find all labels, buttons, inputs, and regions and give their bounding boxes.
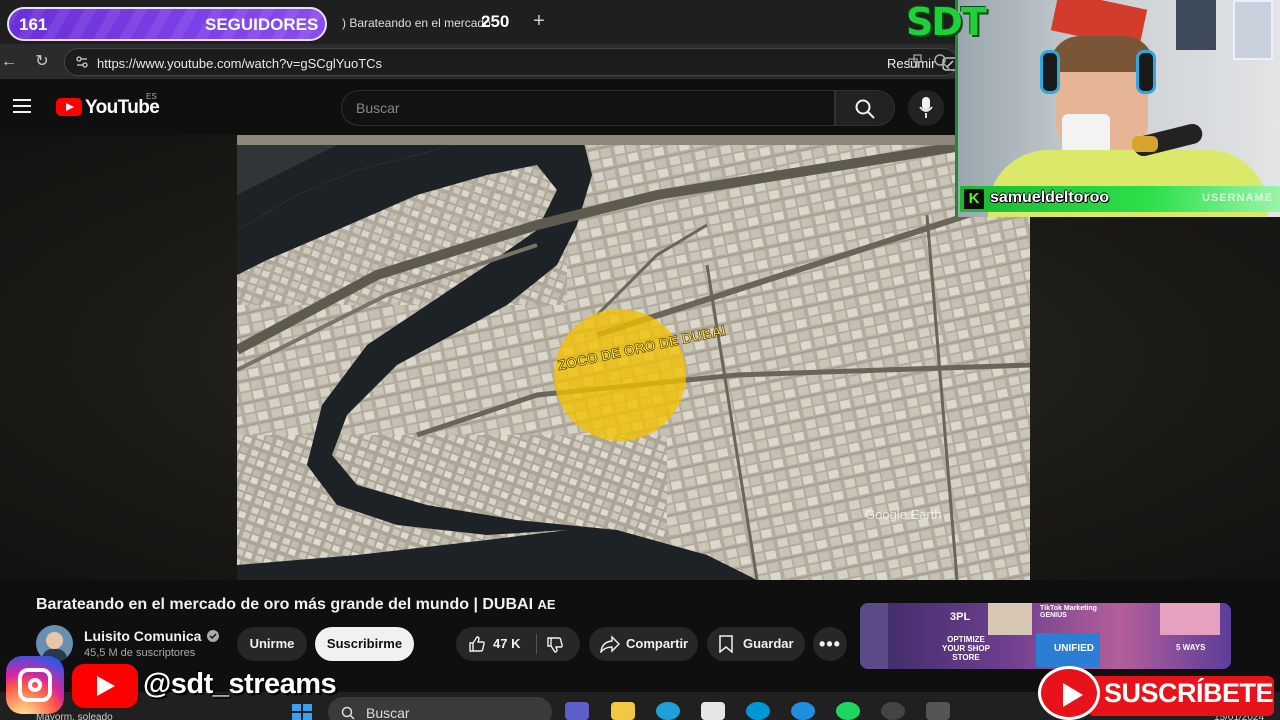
- teams-icon[interactable]: [565, 702, 589, 720]
- obs-icon[interactable]: [881, 702, 905, 720]
- related-videos-strip[interactable]: 3PL TikTok Marketing GENIUS OPTIMIZE YOU…: [860, 603, 1231, 669]
- search-button[interactable]: [835, 90, 895, 126]
- screen: ) Barateando en el mercado + ← ↻ https:/…: [0, 0, 1280, 720]
- app-icon[interactable]: [926, 702, 950, 720]
- thumb-label: UNIFIED: [1054, 643, 1094, 654]
- social-overlay: @sdt_streams: [0, 652, 337, 720]
- app-icon[interactable]: [791, 702, 815, 720]
- youtube-play-icon: [1038, 666, 1100, 720]
- voice-search-button[interactable]: [908, 90, 944, 126]
- share-icon: [600, 635, 620, 653]
- youtube-icon: [72, 664, 138, 708]
- location-marker: [554, 309, 686, 441]
- follower-goal: 250: [481, 12, 510, 31]
- thumb-label: 5 WAYS: [1176, 643, 1206, 652]
- save-label: Guardar: [743, 636, 794, 651]
- video-title-text: Barateando en el mercado de oro más gran…: [36, 596, 534, 613]
- like-dislike-group: 47 K: [456, 627, 580, 661]
- new-tab-button[interactable]: +: [528, 10, 550, 32]
- hp-icon[interactable]: [746, 702, 770, 720]
- follower-goal-bar: 161 SEGUIDORES: [7, 7, 327, 41]
- reload-icon[interactable]: ↻: [33, 53, 51, 71]
- thumb-label: TikTok Marketing GENIUS: [1040, 605, 1097, 619]
- webcam-overlay: [955, 0, 1280, 217]
- back-icon[interactable]: ←: [0, 53, 18, 71]
- search-icon: [855, 99, 875, 119]
- google-earth-watermark: Google Earth: [865, 507, 942, 522]
- share-label: Compartir: [626, 636, 689, 651]
- like-icon[interactable]: [468, 635, 486, 653]
- save-button[interactable]: Guardar: [707, 627, 805, 661]
- file-explorer-icon[interactable]: [611, 702, 635, 720]
- follower-count: 161: [19, 15, 48, 34]
- username-bar: K samueldeltoroo USERNAME: [960, 186, 1280, 212]
- tab-title: ) Barateando en el mercado: [342, 16, 491, 30]
- taskbar-search-icon: [341, 706, 355, 720]
- extensions-icon[interactable]: [908, 54, 922, 68]
- youtube-logo[interactable]: YouTube ES: [56, 92, 160, 120]
- follower-label: SEGUIDORES: [205, 15, 319, 34]
- region-code: ES: [146, 92, 157, 101]
- subscribe-overlay-text: SUSCRÍBETE: [1104, 678, 1274, 708]
- bookmark-icon: [719, 635, 733, 653]
- username-label: USERNAME: [1202, 192, 1273, 204]
- social-handle: @sdt_streams: [143, 668, 337, 700]
- share-button[interactable]: Compartir: [589, 627, 698, 661]
- menu-icon[interactable]: [13, 99, 31, 113]
- instagram-icon: [6, 656, 64, 714]
- zoom-icon[interactable]: [934, 54, 950, 70]
- channel-name-text: Luisito Comunica: [84, 628, 202, 644]
- verified-icon: [207, 630, 220, 642]
- channel-name[interactable]: Luisito Comunica: [84, 628, 220, 644]
- like-count[interactable]: 47 K: [493, 627, 520, 661]
- sdt-logo: SDT: [906, 0, 987, 44]
- microphone-icon: [919, 97, 933, 118]
- satellite-map: ZOCO DE ORO DE DUBAI Google Earth: [237, 135, 1030, 580]
- thumb-label: 3PL: [950, 611, 971, 623]
- subscribe-overlay: SUSCRÍBETE: [1038, 664, 1274, 720]
- dislike-icon[interactable]: [546, 636, 564, 654]
- more-icon: •••: [819, 634, 841, 654]
- more-actions-button[interactable]: •••: [813, 627, 847, 661]
- search-input[interactable]: Buscar: [341, 90, 835, 126]
- kick-icon: K: [964, 189, 984, 209]
- taskbar-search[interactable]: [328, 697, 552, 720]
- subscribe-button[interactable]: Suscribirme: [315, 627, 414, 661]
- streamer-username: samueldeltoroo: [990, 189, 1110, 206]
- video-title: Barateando en el mercado de oro más gran…: [36, 596, 556, 614]
- store-icon[interactable]: [701, 702, 725, 720]
- thumb-label: OPTIMIZE YOUR SHOP STORE: [941, 635, 990, 662]
- edge-icon[interactable]: [656, 702, 680, 720]
- site-info-icon[interactable]: [75, 55, 89, 69]
- country-code: AE: [537, 597, 556, 612]
- youtube-play-icon: [56, 98, 82, 116]
- taskbar-search-text: Buscar: [366, 705, 410, 720]
- search-placeholder: Buscar: [356, 100, 400, 116]
- url-field[interactable]: https://www.youtube.com/watch?v=gSCglYuo…: [64, 48, 958, 76]
- spotify-icon[interactable]: [836, 702, 860, 720]
- video-player[interactable]: ZOCO DE ORO DE DUBAI Google Earth: [237, 135, 1030, 580]
- url-text: https://www.youtube.com/watch?v=gSCglYuo…: [97, 56, 383, 71]
